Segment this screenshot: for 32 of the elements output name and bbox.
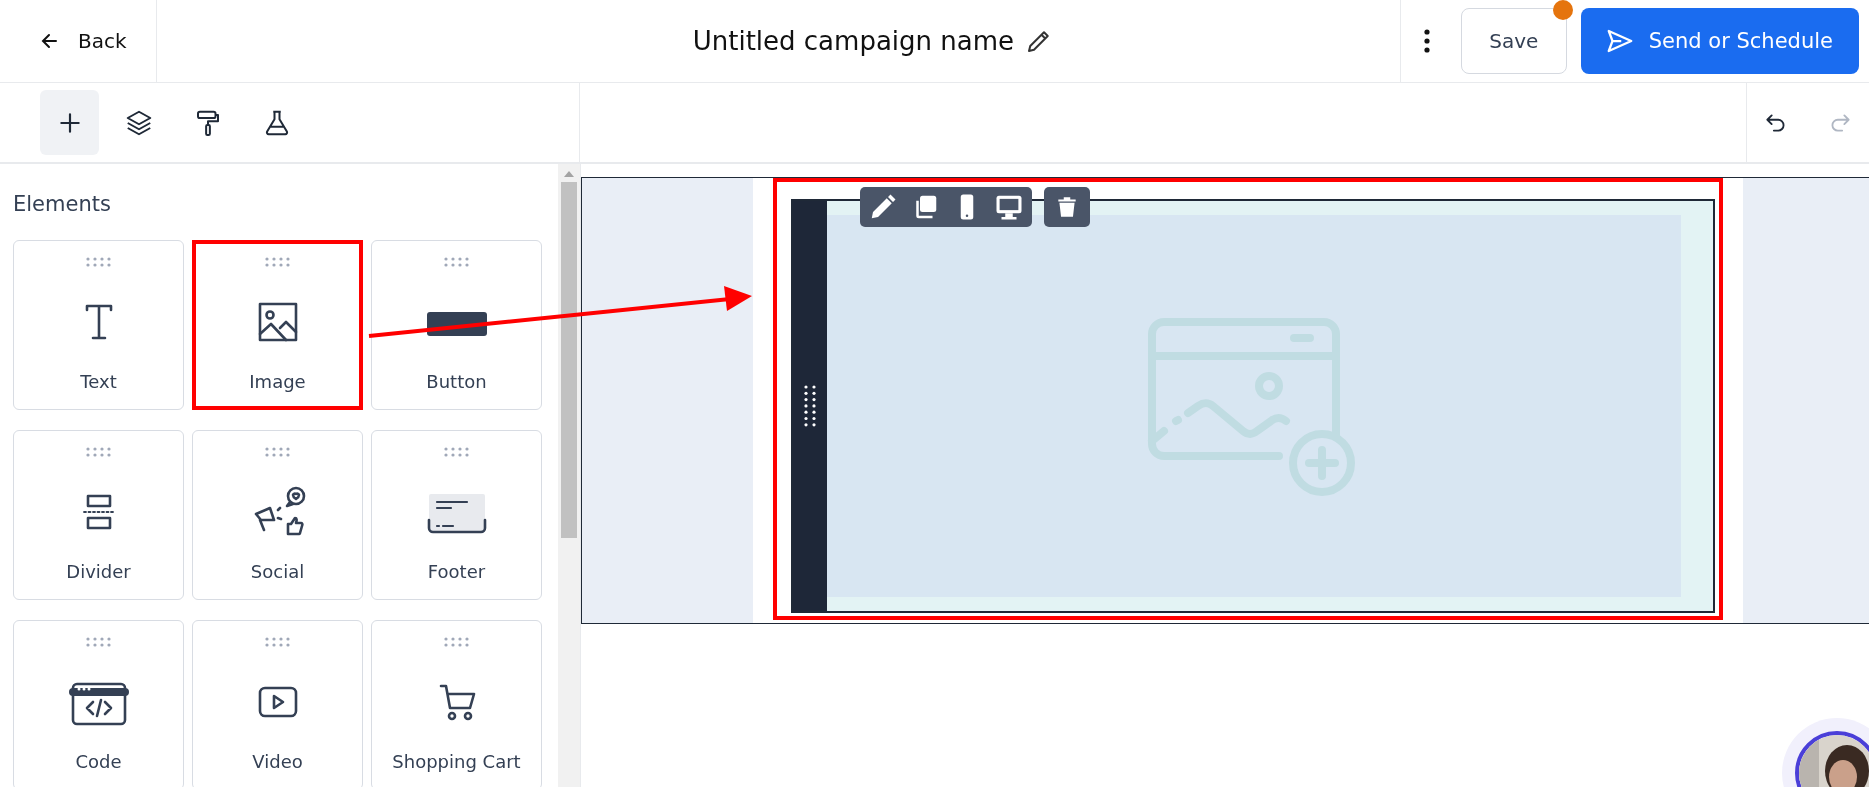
scroll-up-icon[interactable] bbox=[563, 170, 575, 178]
drag-handle-icon[interactable] bbox=[802, 384, 817, 428]
element-card[interactable]: Divider bbox=[13, 430, 184, 600]
element-card[interactable]: Footer bbox=[371, 430, 542, 600]
scrollbar[interactable] bbox=[558, 164, 580, 787]
save-button[interactable]: Save bbox=[1460, 8, 1567, 74]
element-card[interactable]: Social bbox=[192, 430, 363, 600]
drag-handle-icon[interactable] bbox=[443, 257, 470, 267]
panel-title: Elements bbox=[13, 192, 112, 216]
element-card[interactable]: Text bbox=[13, 240, 184, 410]
drag-handle-icon[interactable] bbox=[85, 257, 112, 267]
element-card[interactable]: Video bbox=[192, 620, 363, 787]
drag-handle-icon[interactable] bbox=[264, 637, 291, 647]
back-button[interactable]: Back bbox=[40, 29, 127, 53]
drag-handle-icon[interactable] bbox=[85, 447, 112, 457]
drag-handle-icon[interactable] bbox=[443, 637, 470, 647]
drag-handle-icon[interactable] bbox=[85, 637, 112, 647]
element-card[interactable]: Shopping Cart bbox=[371, 620, 542, 787]
element-card[interactable]: Image bbox=[192, 240, 363, 410]
block-handle[interactable] bbox=[792, 201, 827, 611]
campaign-title: Untitled campaign name bbox=[692, 26, 1015, 56]
send-button[interactable]: Send or Schedule bbox=[1580, 8, 1859, 74]
scrollbar-thumb[interactable] bbox=[561, 182, 577, 538]
back-arrow-icon bbox=[40, 31, 60, 51]
element-card[interactable]: Button bbox=[371, 240, 542, 410]
drag-handle-icon[interactable] bbox=[264, 257, 291, 267]
drag-handle-icon[interactable] bbox=[264, 447, 291, 457]
add-icon[interactable] bbox=[40, 90, 99, 155]
delete-button[interactable] bbox=[1043, 187, 1090, 227]
element-card[interactable]: Code bbox=[13, 620, 184, 787]
drag-handle-icon[interactable] bbox=[443, 447, 470, 457]
more-icon[interactable] bbox=[1422, 28, 1431, 54]
